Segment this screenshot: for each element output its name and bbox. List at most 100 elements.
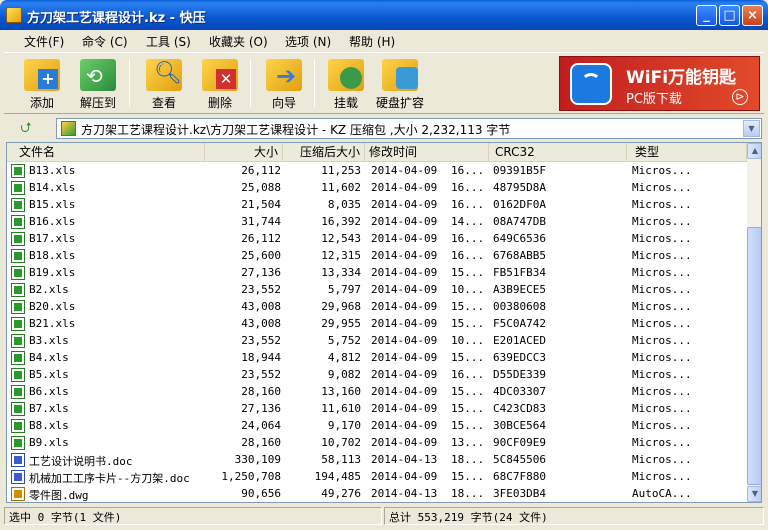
file-type: Micros... [632,453,692,466]
file-date: 2014-04-13 [371,453,438,466]
table-row[interactable]: B18.xls 25,600 12,315 2014-04-09 16... 6768AB… [7,248,747,265]
file-size: 25,600 [241,249,281,262]
extract-to-button[interactable]: ⟲ 解压到 [70,55,126,113]
disk-expand-button[interactable]: 硬盘扩容 [372,55,428,113]
menu-command[interactable]: 命令 (C) [82,33,128,50]
menu-tools[interactable]: 工具 (S) [146,33,191,50]
file-type: Micros... [632,164,692,177]
table-row[interactable]: B2.xls 23,552 5,797 2014-04-09 10... A3B9ECE5… [7,282,747,299]
add-button[interactable]: + 添加 [14,55,70,113]
table-row[interactable]: B5.xls 23,552 9,082 2014-04-09 16... D55DE339… [7,367,747,384]
delete-button[interactable]: ✕ 删除 [192,55,248,113]
file-time: 16... [451,249,485,262]
file-time: 16... [451,164,485,177]
table-row[interactable]: B20.xls 43,008 29,968 2014-04-09 15... 003806… [7,299,747,316]
file-size: 26,112 [241,164,281,177]
table-row[interactable]: B4.xls 18,944 4,812 2014-04-09 15... 639EDCC3… [7,350,747,367]
file-crc: 6768ABB5 [493,249,546,262]
column-size[interactable]: 大小 [205,143,283,161]
file-date: 2014-04-09 [371,385,438,398]
table-row[interactable]: B3.xls 23,552 5,752 2014-04-09 10... E201ACED… [7,333,747,350]
table-row[interactable]: B7.xls 27,136 11,610 2014-04-09 15... C423CD8… [7,401,747,418]
file-crc: C423CD83 [493,402,546,415]
table-row[interactable]: B6.xls 28,160 13,160 2014-04-09 15... 4DC0330… [7,384,747,401]
table-row[interactable]: B13.xls 26,112 11,253 2014-04-09 16... 09391B… [7,163,747,180]
view-icon: 🔍︎ [146,59,182,91]
archive-icon [61,121,76,136]
file-name: B20.xls [29,300,76,313]
file-crc: 5C845506 [493,453,546,466]
column-type[interactable]: 类型 [627,143,747,161]
doc-file-icon [11,470,25,484]
column-packed[interactable]: 压缩后大小 [283,143,365,161]
file-crc: 48795D8A [493,181,546,194]
xls-file-icon [11,300,25,314]
file-time: 16... [451,368,485,381]
file-crc: 4DC03307 [493,385,546,398]
file-crc: A3B9ECE5 [493,283,546,296]
title-bar: 方刀架工艺课程设计.kz - 快压 _ □ × [0,0,768,30]
file-type: Micros... [632,198,692,211]
dwg-file-icon [11,487,25,501]
column-modified[interactable]: 修改时间 [365,143,489,161]
table-row[interactable]: B19.xls 27,136 13,334 2014-04-09 15... FB51FB… [7,265,747,282]
table-row[interactable]: 零件图.dwg 90,656 49,276 2014-04-13 18... 3FE03D… [7,486,747,502]
address-field[interactable]: 方刀架工艺课程设计.kz\方刀架工艺课程设计 - KZ 压缩包 ,大小 2,23… [56,118,762,139]
table-row[interactable]: B9.xls 28,160 10,702 2014-04-09 13... 90CF09E… [7,435,747,452]
xls-file-icon [11,368,25,382]
wizard-button[interactable]: ➔ 向导 [256,55,312,113]
file-date: 2014-04-09 [371,181,438,194]
table-row[interactable]: 工艺设计说明书.doc 330,109 58,113 2014-04-13 18... 5… [7,452,747,469]
scroll-up-button[interactable]: ▲ [747,143,761,159]
table-row[interactable]: B8.xls 24,064 9,170 2014-04-09 15... 30BCE564… [7,418,747,435]
wifi-ad-banner[interactable]: WiFi万能钥匙 PC版下载 ⊳ [559,56,760,111]
file-type: Micros... [632,215,692,228]
file-type: Micros... [632,334,692,347]
table-row[interactable]: B15.xls 21,504 8,035 2014-04-09 16... 0162DF0… [7,197,747,214]
menu-help[interactable]: 帮助 (H) [349,33,395,50]
file-time: 15... [451,266,485,279]
table-row[interactable]: B17.xls 26,112 12,543 2014-04-09 16... 649C65… [7,231,747,248]
file-crc: E201ACED [493,334,546,347]
file-crc: 09391B5F [493,164,546,177]
file-name: B16.xls [29,215,76,228]
file-packed-size: 58,113 [321,453,361,466]
file-size: 1,250,708 [221,470,281,483]
column-crc[interactable]: CRC32 [489,143,627,161]
view-button[interactable]: 🔍︎ 查看 [136,55,192,113]
file-time: 15... [451,351,485,364]
ad-arrow-icon: ⊳ [732,89,748,105]
file-crc: FB51FB34 [493,266,546,279]
file-crc: 68C7F880 [493,470,546,483]
scroll-thumb[interactable] [747,227,761,485]
ad-subtitle: PC版下载 [626,92,682,107]
column-name[interactable]: 文件名 [7,143,205,161]
file-time: 18... [451,453,485,466]
close-button[interactable]: × [742,5,763,26]
maximize-button[interactable]: □ [719,5,740,26]
menu-options[interactable]: 选项 (N) [285,33,331,50]
file-time: 15... [451,470,485,483]
address-dropdown-button[interactable]: ▼ [743,120,760,137]
scroll-down-button[interactable]: ▼ [747,486,761,502]
table-row[interactable]: B21.xls 43,008 29,955 2014-04-09 15... F5C0A7… [7,316,747,333]
table-row[interactable]: B14.xls 25,088 11,602 2014-04-09 16... 48795D… [7,180,747,197]
file-date: 2014-04-09 [371,317,438,330]
file-name: B21.xls [29,317,76,330]
file-date: 2014-04-09 [371,198,438,211]
file-time: 14... [451,215,485,228]
table-row[interactable]: B16.xls 31,744 16,392 2014-04-09 14... 08A747… [7,214,747,231]
file-time: 13... [451,436,485,449]
minimize-button[interactable]: _ [696,5,717,26]
file-packed-size: 13,334 [321,266,361,279]
menu-favorites[interactable]: 收藏夹 (O) [209,33,268,50]
vertical-scrollbar[interactable]: ▲ ▼ [747,143,761,502]
file-name: B4.xls [29,351,69,364]
file-size: 27,136 [241,402,281,415]
table-row[interactable]: 机械加工工序卡片--方刀架.doc 1,250,708 194,485 2014-04… [7,469,747,486]
file-name: B9.xls [29,436,69,449]
file-name: B19.xls [29,266,76,279]
menu-file[interactable]: 文件(F) [24,33,64,50]
file-time: 16... [451,181,485,194]
up-folder-icon[interactable]: ⮍ [16,119,36,137]
